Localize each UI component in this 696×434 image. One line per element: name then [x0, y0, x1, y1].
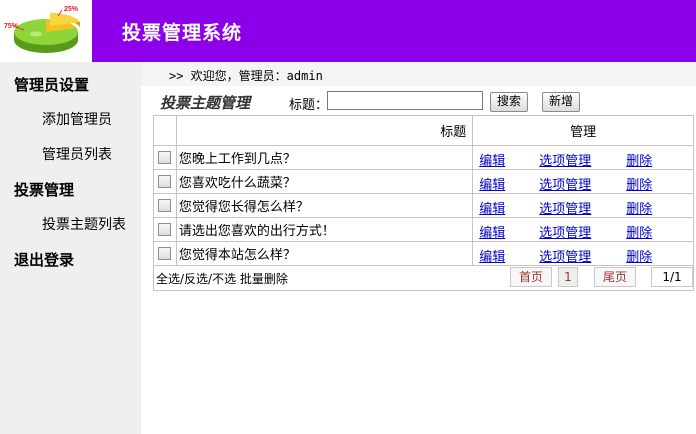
- delete-link[interactable]: 删除: [626, 198, 652, 217]
- welcome-text: >> 欢迎您，管理员：admin: [169, 69, 323, 83]
- sidebar-section-vote-management: 投票管理: [14, 181, 75, 199]
- delete-link[interactable]: 删除: [626, 222, 652, 241]
- row-checkbox[interactable]: [158, 175, 172, 188]
- svg-text:25%: 25%: [64, 6, 79, 13]
- row-title: 您喜欢吃什么蔬菜？: [175, 169, 474, 194]
- page-count: 1/1: [651, 267, 693, 287]
- edit-link[interactable]: 编辑: [479, 174, 505, 193]
- options-manage-link[interactable]: 选项管理: [539, 198, 591, 217]
- app-title: 投票管理系统: [122, 22, 243, 44]
- row-title: 您觉得您长得怎么样？: [175, 193, 474, 218]
- sidebar-item-admin-list[interactable]: 管理员列表: [42, 144, 112, 164]
- row-title: 请选出您喜欢的出行方式！: [175, 217, 474, 242]
- edit-link[interactable]: 编辑: [479, 222, 505, 241]
- pie-chart-logo-icon: 25% 75%: [4, 6, 80, 53]
- sidebar-item-vote-topic-list[interactable]: 投票主题列表: [42, 214, 126, 234]
- edit-link[interactable]: 编辑: [479, 150, 505, 169]
- table-footer: 全选/反选/不选 批量删除 首页 1 尾页 1/1: [153, 264, 694, 291]
- row-checkbox[interactable]: [158, 199, 172, 212]
- options-manage-link[interactable]: 选项管理: [539, 174, 591, 193]
- search-input[interactable]: [327, 91, 483, 110]
- options-manage-link[interactable]: 选项管理: [539, 246, 591, 265]
- vote-topic-table: 标题 管理 您晚上工作到几点？ 编辑 选项管理 删除 您喜欢吃什么蔬菜？ 编辑 …: [153, 115, 694, 266]
- logo: 25% 75%: [0, 0, 92, 62]
- first-page-button[interactable]: 首页: [510, 267, 552, 287]
- edit-link[interactable]: 编辑: [479, 246, 505, 265]
- column-header-title: 标题: [175, 115, 474, 146]
- svg-text:75%: 75%: [4, 23, 19, 30]
- table-header-row: 标题 管理: [153, 115, 694, 146]
- bulk-actions[interactable]: 全选/反选/不选 批量删除: [156, 270, 288, 287]
- delete-link[interactable]: 删除: [626, 150, 652, 169]
- last-page-button[interactable]: 尾页: [594, 267, 636, 287]
- header-bar: 投票管理系统: [92, 0, 696, 62]
- table-row: 您喜欢吃什么蔬菜？ 编辑 选项管理 删除: [153, 169, 694, 194]
- delete-link[interactable]: 删除: [626, 174, 652, 193]
- sidebar-item-logout[interactable]: 退出登录: [14, 249, 74, 270]
- toolbar: 投票主题管理 标题： 搜索 新增: [141, 88, 696, 114]
- sidebar-section-admin-settings: 管理员设置: [14, 76, 90, 94]
- table-row: 您晚上工作到几点？ 编辑 选项管理 删除: [153, 145, 694, 170]
- row-title: 您觉得本站怎么样？: [175, 241, 474, 266]
- edit-link[interactable]: 编辑: [479, 198, 505, 217]
- sidebar-item-add-admin[interactable]: 添加管理员: [42, 109, 112, 129]
- search-button[interactable]: 搜索: [490, 92, 529, 112]
- table-row: 请选出您喜欢的出行方式！ 编辑 选项管理 删除: [153, 217, 694, 242]
- table-row: 您觉得您长得怎么样？ 编辑 选项管理 删除: [153, 193, 694, 218]
- row-checkbox[interactable]: [158, 223, 172, 236]
- sidebar: 管理员设置 添加管理员 管理员列表 投票管理 投票主题列表 退出登录: [0, 62, 141, 434]
- current-page-number[interactable]: 1: [558, 267, 578, 287]
- delete-link[interactable]: 删除: [626, 246, 652, 265]
- add-button[interactable]: 新增: [542, 92, 581, 112]
- search-label: 标题：: [289, 98, 329, 113]
- header-check-cell: [153, 115, 177, 146]
- page-title: 投票主题管理: [160, 94, 251, 112]
- row-title: 您晚上工作到几点？: [175, 145, 474, 170]
- column-header-manage: 管理: [472, 115, 694, 146]
- row-checkbox[interactable]: [158, 151, 172, 164]
- options-manage-link[interactable]: 选项管理: [539, 222, 591, 241]
- row-checkbox[interactable]: [158, 247, 172, 260]
- table-row: 您觉得本站怎么样？ 编辑 选项管理 删除: [153, 241, 694, 266]
- welcome-bar: >> 欢迎您，管理员：admin: [141, 62, 696, 86]
- options-manage-link[interactable]: 选项管理: [539, 150, 591, 169]
